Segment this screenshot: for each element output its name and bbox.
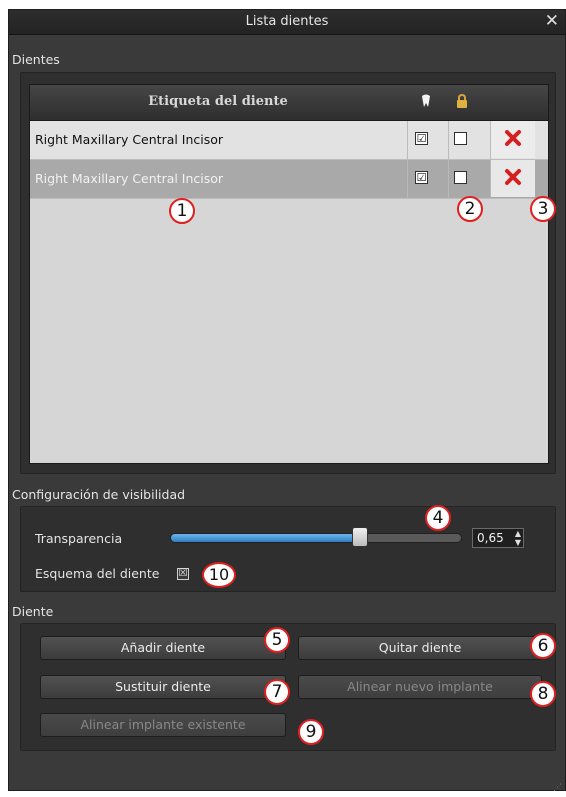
callout-6: 6: [530, 633, 556, 659]
transparency-label: Transparencia: [35, 531, 123, 546]
outline-label: Esquema del diente: [35, 566, 160, 581]
slider-handle[interactable]: [352, 527, 368, 547]
window-title: Lista dientes: [245, 14, 329, 29]
align-new-implant-button[interactable]: Alinear nuevo implante: [298, 675, 542, 699]
callout-10: 10: [202, 562, 236, 588]
column-header-label[interactable]: Etiqueta del diente: [30, 94, 406, 109]
table-header: Etiqueta del diente: [30, 85, 548, 121]
callout-2: 2: [457, 196, 483, 222]
cell-divider: [448, 160, 449, 198]
cell-divider: [407, 160, 408, 198]
delete-icon[interactable]: [504, 168, 522, 186]
close-icon[interactable]: ✕: [545, 11, 559, 31]
transparency-slider[interactable]: [170, 533, 462, 543]
delete-icon[interactable]: [504, 129, 522, 147]
tooth-label: Right Maxillary Central Incisor: [35, 171, 224, 186]
teeth-section-label: Dientes: [12, 52, 60, 67]
table-row[interactable]: Right Maxillary Central Incisor ☑: [30, 160, 548, 199]
transparency-value: 0,65: [477, 531, 504, 545]
spin-arrows-icon[interactable]: ▲ ▼: [515, 529, 521, 547]
cell-divider: [407, 121, 408, 159]
teeth-table: Etiqueta del diente Right Maxillary Cent…: [29, 84, 549, 464]
callout-8: 8: [530, 681, 556, 707]
lock-checkbox[interactable]: [454, 171, 467, 184]
callout-3: 3: [530, 196, 556, 222]
callout-7: 7: [264, 679, 290, 705]
add-tooth-button[interactable]: Añadir diente: [40, 636, 286, 660]
visibility-section-label: Configuración de visibilidad: [12, 487, 186, 502]
lock-icon[interactable]: [456, 93, 468, 112]
tooth-icon[interactable]: [421, 94, 431, 111]
visible-checkbox[interactable]: ☑: [415, 171, 428, 184]
tooth-section-label: Diente: [12, 604, 54, 619]
callout-1: 1: [169, 198, 195, 224]
transparency-spinbox[interactable]: 0,65 ▲ ▼: [472, 528, 524, 548]
callout-4: 4: [425, 505, 451, 531]
outline-checkbox[interactable]: ☒: [177, 568, 189, 580]
remove-tooth-button[interactable]: Quitar diente: [298, 636, 542, 660]
slider-fill: [171, 534, 361, 542]
align-existing-implant-button[interactable]: Alinear implante existente: [40, 713, 286, 737]
callout-9: 9: [298, 719, 324, 745]
table-row[interactable]: Right Maxillary Central Incisor ☑: [30, 121, 548, 160]
visible-checkbox[interactable]: ☑: [415, 132, 428, 145]
replace-tooth-button[interactable]: Sustituir diente: [40, 675, 286, 699]
tooth-label: Right Maxillary Central Incisor: [35, 132, 224, 147]
resize-grip-icon[interactable]: ⋰: [553, 783, 562, 793]
lock-checkbox[interactable]: [454, 132, 467, 145]
title-bar[interactable]: Lista dientes ✕: [9, 10, 565, 35]
callout-5: 5: [264, 627, 290, 653]
cell-divider: [448, 121, 449, 159]
